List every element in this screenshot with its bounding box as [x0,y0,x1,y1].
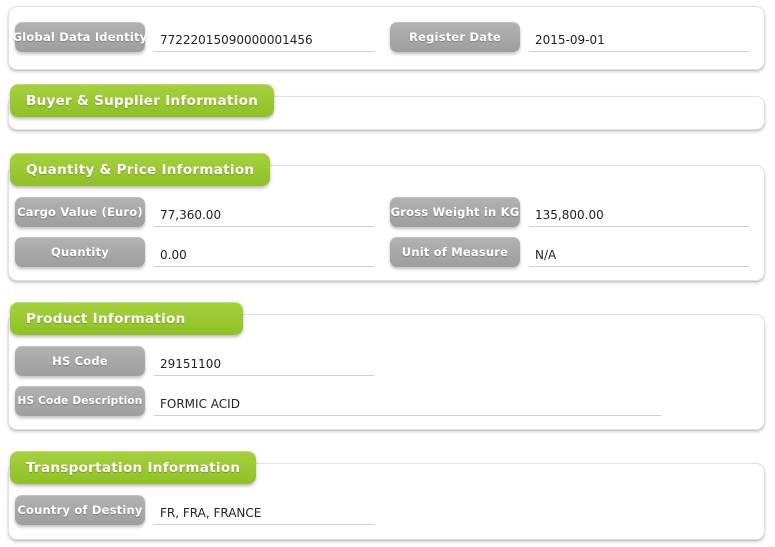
field-label-hs-code: HS Code [15,346,145,376]
field-value-quantity[interactable]: 0.00 [154,237,374,267]
field-quantity: Quantity 0.00 [15,237,390,267]
section-tab-buyer-supplier[interactable]: Buyer & Supplier Information [10,84,275,117]
panel-identity: Global Data Identity 7722201509000000145… [8,6,765,70]
field-value-gross-weight[interactable]: 135,800.00 [529,197,749,227]
field-hs-code-description: HS Code Description FORMIC ACID [15,386,677,416]
field-label-hs-code-description: HS Code Description [15,386,145,416]
field-label-cargo-value: Cargo Value (Euro) [15,197,145,227]
field-value-unit-of-measure[interactable]: N/A [529,237,749,267]
field-unit-of-measure: Unit of Measure N/A [390,237,765,267]
field-register-date: Register Date 2015-09-01 [390,22,765,52]
field-value-hs-code-description[interactable]: FORMIC ACID [154,386,661,416]
field-label-gross-weight: Gross Weight in KG [390,197,520,227]
section-tab-transportation[interactable]: Transportation Information [10,451,257,484]
field-label-quantity: Quantity [15,237,145,267]
field-label-register-date: Register Date [390,22,520,52]
field-value-global-data-identity[interactable]: 77222015090000001456 [154,22,374,52]
field-hs-code: HS Code 29151100 [15,346,390,376]
customs-record-form: Global Data Identity 7722201509000000145… [0,0,775,547]
field-label-country-of-destiny: Country of Destiny [15,495,145,525]
section-tab-quantity-price[interactable]: Quantity & Price Information [10,153,271,186]
field-country-of-destiny: Country of Destiny FR, FRA, FRANCE [15,495,390,525]
field-value-register-date[interactable]: 2015-09-01 [529,22,749,52]
field-value-cargo-value[interactable]: 77,360.00 [154,197,374,227]
field-value-hs-code[interactable]: 29151100 [154,346,374,376]
field-global-data-identity: Global Data Identity 7722201509000000145… [13,22,390,52]
field-cargo-value: Cargo Value (Euro) 77,360.00 [15,197,390,227]
field-gross-weight: Gross Weight in KG 135,800.00 [390,197,765,227]
field-label-unit-of-measure: Unit of Measure [390,237,520,267]
field-value-country-of-destiny[interactable]: FR, FRA, FRANCE [154,495,374,525]
section-tab-product[interactable]: Product Information [10,302,243,335]
field-label-global-data-identity: Global Data Identity [13,22,147,52]
